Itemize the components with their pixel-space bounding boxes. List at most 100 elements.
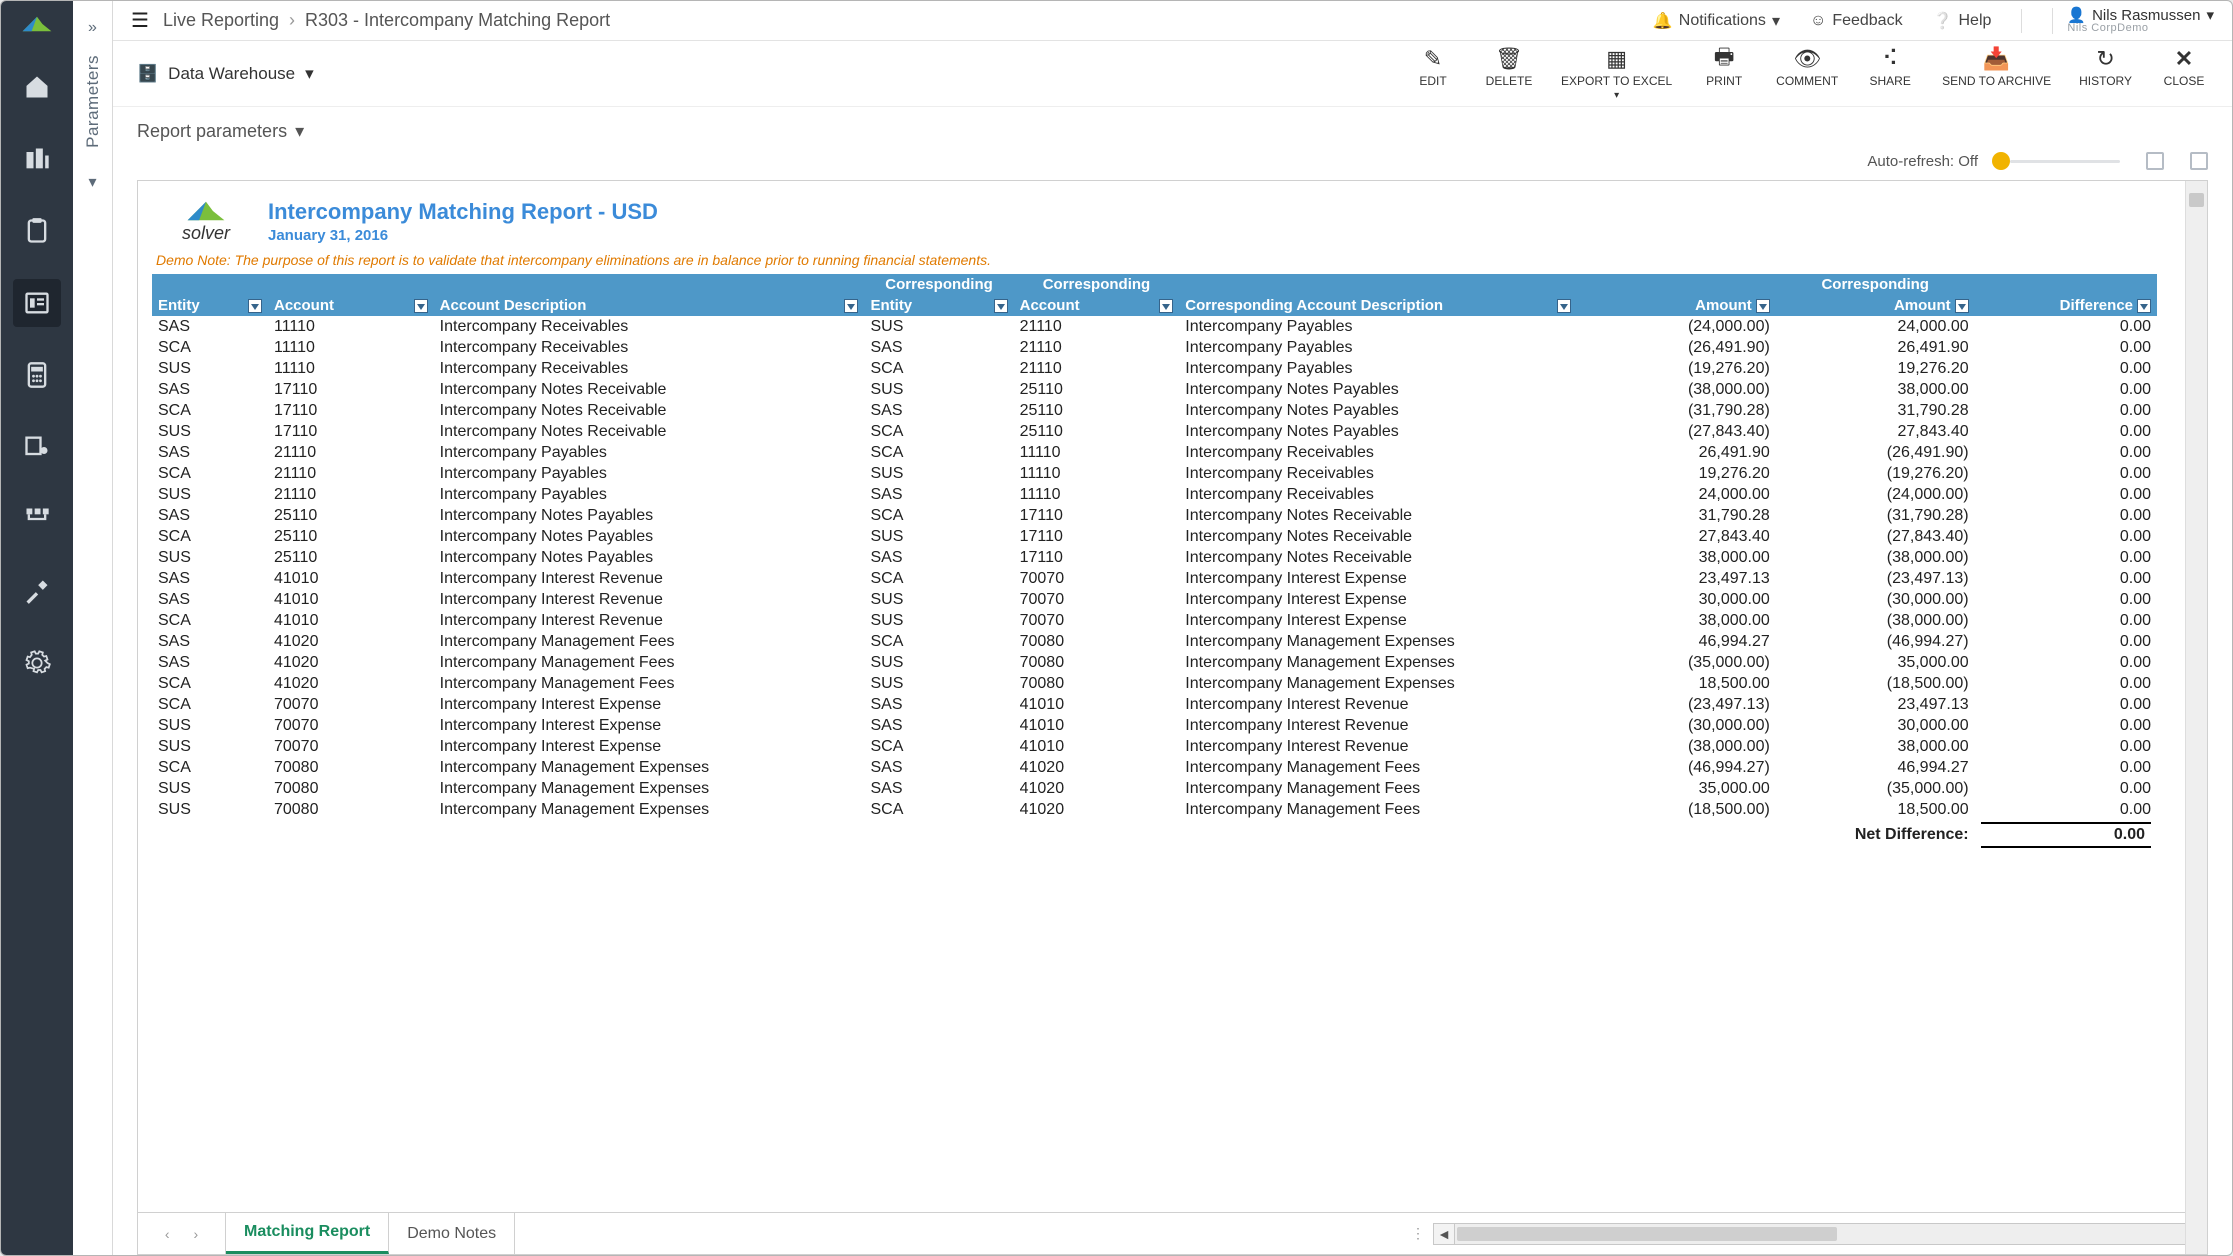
table-row[interactable]: SCA21110Intercompany PayablesSUS11110Int… [152, 463, 2157, 484]
delete-button[interactable]: 🗑DELETE [1485, 46, 1533, 101]
table-row[interactable]: SAS41010Intercompany Interest RevenueSCA… [152, 568, 2157, 589]
cell-amount: (19,276.20) [1577, 358, 1776, 379]
col-account[interactable]: Account [268, 295, 434, 316]
vertical-scrollbar[interactable] [2185, 181, 2207, 1254]
cell-difference: 0.00 [1975, 337, 2157, 358]
table-row[interactable]: SAS41010Intercompany Interest RevenueSUS… [152, 589, 2157, 610]
table-row[interactable]: SAS17110Intercompany Notes ReceivableSUS… [152, 379, 2157, 400]
popout-icon[interactable] [2146, 152, 2164, 170]
chevron-right-icon[interactable]: » [88, 19, 97, 37]
nav-home[interactable] [13, 63, 61, 111]
nav-users[interactable] [13, 423, 61, 471]
grid-icon[interactable] [2190, 152, 2208, 170]
table-row[interactable]: SUS21110Intercompany PayablesSAS11110Int… [152, 484, 2157, 505]
filter-icon[interactable]: ▾ [88, 172, 96, 192]
sheet-nav[interactable]: ‹› [138, 1213, 226, 1254]
col-amount[interactable]: Amount [1577, 295, 1776, 316]
nav-flow[interactable] [13, 495, 61, 543]
cell-corr-account-desc: Intercompany Management Fees [1179, 757, 1577, 778]
cell-corr-account: 41010 [1014, 694, 1180, 715]
filter-icon[interactable] [844, 299, 858, 313]
nav-tools[interactable] [13, 567, 61, 615]
table-row[interactable]: SUS70080Intercompany Management Expenses… [152, 778, 2157, 799]
table-row[interactable]: SUS11110Intercompany ReceivablesSCA21110… [152, 358, 2157, 379]
col-corr-amount[interactable]: Amount [1776, 295, 1975, 316]
filter-icon[interactable] [1557, 299, 1571, 313]
filter-icon[interactable] [1955, 299, 1969, 313]
menu-icon[interactable]: ☰ [131, 8, 149, 33]
cell-account: 17110 [268, 421, 434, 442]
chevron-down-icon: ▾ [295, 121, 304, 142]
table-row[interactable]: SUS70080Intercompany Management Expenses… [152, 799, 2157, 820]
filter-icon[interactable] [994, 299, 1008, 313]
user-menu[interactable]: 👤Nils Rasmussen▾ Nils CorpDemo [2052, 8, 2214, 34]
cell-amount: (30,000.00) [1577, 715, 1776, 736]
table-row[interactable]: SAS21110Intercompany PayablesSCA11110Int… [152, 442, 2157, 463]
datasource-selector[interactable]: 🗄️ Data Warehouse ▾ [137, 64, 314, 84]
cell-account: 25110 [268, 505, 434, 526]
table-row[interactable]: SUS70070Intercompany Interest ExpenseSCA… [152, 736, 2157, 757]
horizontal-scrollbar[interactable]: ⋮ ◄ ► [1403, 1223, 2207, 1245]
filter-icon[interactable] [1756, 299, 1770, 313]
nav-data[interactable] [13, 135, 61, 183]
filter-icon[interactable] [414, 299, 428, 313]
table-row[interactable]: SCA70070Intercompany Interest ExpenseSAS… [152, 694, 2157, 715]
table-row[interactable]: SCA11110Intercompany ReceivablesSAS21110… [152, 337, 2157, 358]
edit-button[interactable]: ✎EDIT [1409, 46, 1457, 101]
col-corr-account-desc[interactable]: Corresponding Account Description [1179, 295, 1577, 316]
net-difference-value: 0.00 [1981, 822, 2151, 848]
action-toolbar: 🗄️ Data Warehouse ▾ ✎EDIT 🗑DELETE ▦EXPOR… [113, 41, 2232, 107]
cell-corr-entity: SUS [864, 652, 1013, 673]
export-excel-button[interactable]: ▦EXPORT TO EXCEL▾ [1561, 46, 1672, 101]
share-button[interactable]: ⠪SHARE [1866, 46, 1914, 101]
history-button[interactable]: ↻HISTORY [2079, 46, 2132, 101]
scroll-left-icon[interactable]: ◄ [1433, 1223, 1455, 1245]
cell-entity: SAS [152, 652, 268, 673]
filter-icon[interactable] [2137, 299, 2151, 313]
cell-difference: 0.00 [1975, 400, 2157, 421]
nav-settings[interactable] [13, 639, 61, 687]
breadcrumb-root[interactable]: Live Reporting [163, 10, 279, 31]
table-row[interactable]: SAS11110Intercompany ReceivablesSUS21110… [152, 316, 2157, 337]
cell-corr-entity: SCA [864, 505, 1013, 526]
tab-matching-report[interactable]: Matching Report [226, 1213, 389, 1254]
nav-reports[interactable] [13, 279, 61, 327]
table-row[interactable]: SAS41020Intercompany Management FeesSCA7… [152, 631, 2157, 652]
cell-corr-entity: SCA [864, 568, 1013, 589]
col-corr-entity[interactable]: Entity [864, 295, 1013, 316]
tab-demo-notes[interactable]: Demo Notes [389, 1213, 515, 1254]
cell-entity: SUS [152, 358, 268, 379]
filter-icon[interactable] [248, 299, 262, 313]
parameters-rail[interactable]: » Parameters ▾ [73, 1, 113, 1255]
col-difference[interactable]: Difference [1975, 295, 2157, 316]
filter-icon[interactable] [1159, 299, 1173, 313]
col-entity[interactable]: Entity [152, 295, 268, 316]
autorefresh-slider[interactable] [1988, 152, 2120, 170]
close-button[interactable]: ✕CLOSE [2160, 46, 2208, 101]
table-row[interactable]: SCA41010Intercompany Interest RevenueSUS… [152, 610, 2157, 631]
table-row[interactable]: SAS25110Intercompany Notes PayablesSCA17… [152, 505, 2157, 526]
cell-corr-account: 17110 [1014, 505, 1180, 526]
cell-corr-amount: (46,994.27) [1776, 631, 1975, 652]
table-row[interactable]: SCA41020Intercompany Management FeesSUS7… [152, 673, 2157, 694]
col-account-desc[interactable]: Account Description [434, 295, 865, 316]
table-row[interactable]: SUS25110Intercompany Notes PayablesSAS17… [152, 547, 2157, 568]
help-button[interactable]: ❔Help [1925, 11, 2000, 31]
table-row[interactable]: SUS17110Intercompany Notes ReceivableSCA… [152, 421, 2157, 442]
col-corr-account[interactable]: Account [1014, 295, 1180, 316]
archive-button[interactable]: 📥SEND TO ARCHIVE [1942, 46, 2051, 101]
print-button[interactable]: 🖶PRINT [1700, 46, 1748, 101]
table-row[interactable]: SUS70070Intercompany Interest ExpenseSAS… [152, 715, 2157, 736]
nav-clipboard[interactable] [13, 207, 61, 255]
table-row[interactable]: SAS41020Intercompany Management FeesSUS7… [152, 652, 2157, 673]
comment-button[interactable]: 👁COMMENT [1776, 46, 1838, 101]
notifications-menu[interactable]: 🔔Notifications▾ [1645, 11, 1788, 31]
cell-corr-entity: SUS [864, 673, 1013, 694]
report-parameters-toggle[interactable]: Report parameters ▾ [113, 107, 2232, 152]
table-row[interactable]: SCA17110Intercompany Notes ReceivableSAS… [152, 400, 2157, 421]
table-row[interactable]: SCA70080Intercompany Management Expenses… [152, 757, 2157, 778]
cell-corr-account: 21110 [1014, 316, 1180, 337]
nav-calc[interactable] [13, 351, 61, 399]
feedback-button[interactable]: ☺Feedback [1802, 12, 1911, 30]
table-row[interactable]: SCA25110Intercompany Notes PayablesSUS17… [152, 526, 2157, 547]
